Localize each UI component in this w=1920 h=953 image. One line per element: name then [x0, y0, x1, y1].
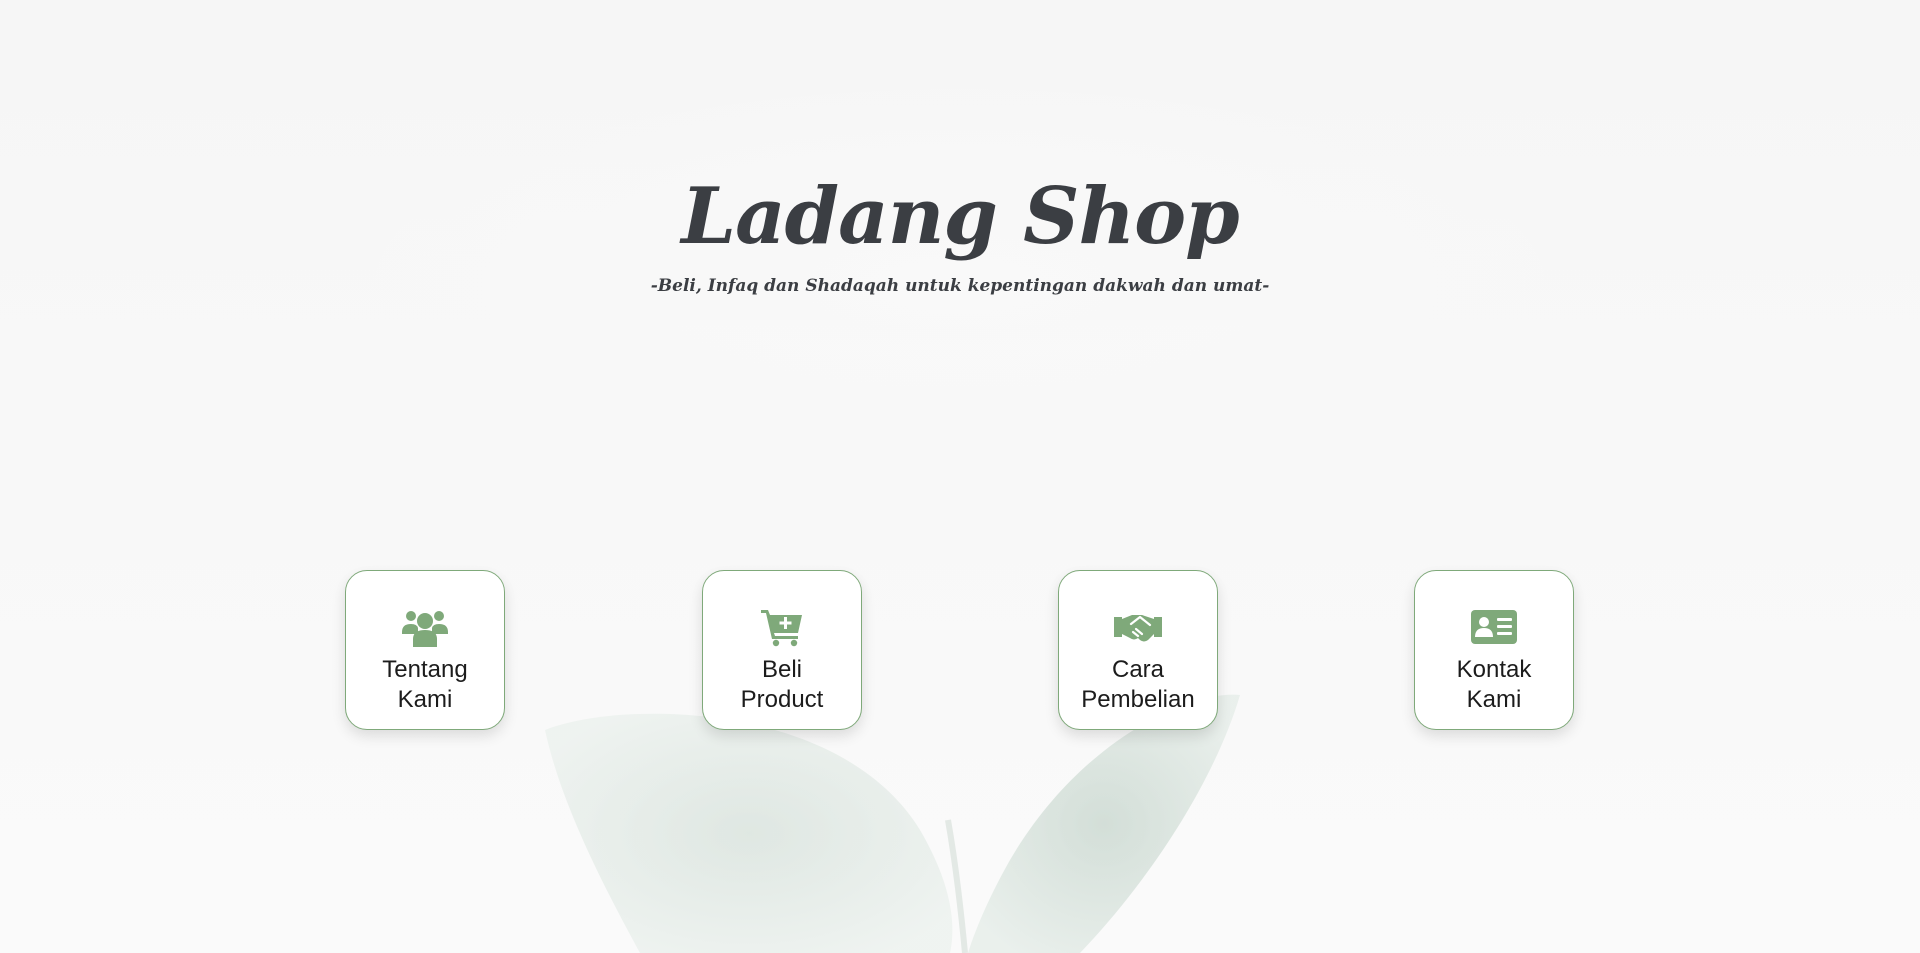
contact-us-button[interactable]: Kontak Kami — [1414, 570, 1574, 730]
handshake-icon — [1114, 615, 1162, 642]
page-background — [0, 0, 1920, 953]
how-to-buy-label: Cara Pembelian — [1081, 656, 1195, 713]
contact-card-icon — [1471, 610, 1517, 647]
buy-product-button[interactable]: Beli Product — [702, 570, 862, 730]
buy-product-label: Beli Product — [740, 656, 824, 713]
cart-plus-icon — [761, 610, 802, 647]
contact-us-label: Kontak Kami — [1456, 656, 1532, 713]
about-us-label: Tentang Kami — [382, 656, 468, 713]
site-title: Ladang Shop — [681, 171, 1239, 262]
users-icon — [402, 611, 448, 647]
about-us-button[interactable]: Tentang Kami — [345, 570, 505, 730]
hero: Ladang Shop -Beli, Infaq dan Shadaqah un… — [0, 170, 1920, 296]
how-to-buy-button[interactable]: Cara Pembelian — [1058, 570, 1218, 730]
main-menu: Tentang Kami Beli Product Cara Pembelian… — [0, 570, 1920, 732]
site-tagline: -Beli, Infaq dan Shadaqah untuk kepentin… — [650, 275, 1270, 296]
